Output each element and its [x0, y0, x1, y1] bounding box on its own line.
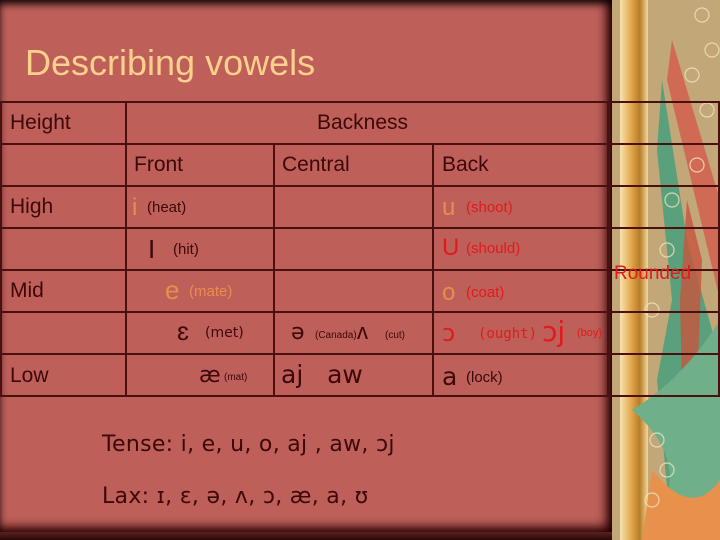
extra-column-cell	[607, 185, 720, 229]
header-backness-label: Backness	[317, 111, 409, 134]
vowel-symbol-wedge: ʌ	[357, 319, 368, 344]
diphthong-symbols: aj aw	[281, 360, 363, 389]
central-vowel-cell	[273, 185, 434, 229]
vowel-symbol: i	[132, 194, 138, 221]
vowel-gloss: (mate)	[189, 283, 233, 300]
vowel-gloss: (mat)	[224, 372, 248, 383]
back-vowel-cell: u (shoot)	[432, 185, 609, 229]
table-row: I (hit) U (should)	[0, 227, 720, 271]
height-mid-label: Mid	[10, 279, 44, 302]
table-columns-row: Front Central Back	[0, 143, 720, 187]
extra-column-cell	[607, 353, 720, 397]
vowel-gloss: (met)	[205, 325, 244, 341]
vowel-symbol-oj: ɔj	[542, 315, 566, 348]
central-vowel-cell: aj aw	[273, 353, 434, 397]
height-high-label: High	[10, 195, 54, 218]
vowel-symbol: I	[148, 234, 156, 264]
vowel-gloss: (hit)	[173, 241, 199, 258]
front-vowel-cell: i (heat)	[125, 185, 275, 229]
empty-cell	[0, 227, 127, 271]
rounded-label: Rounded	[614, 263, 692, 284]
vowel-symbol: æ	[199, 363, 221, 388]
vowel-gloss-wedge: (cut)	[385, 330, 405, 341]
table-row: High i (heat) u (shoot)	[0, 185, 720, 229]
extra-column-cell	[607, 101, 720, 145]
vowel-gloss-open-o: (ought)	[478, 326, 538, 342]
column-front-cell: Front	[125, 143, 275, 187]
central-vowel-cell	[273, 227, 434, 271]
extra-column-cell	[607, 311, 720, 355]
vowel-gloss-oj: (boy)	[577, 327, 603, 339]
front-vowel-cell: ɛ (met)	[125, 311, 275, 355]
table-row: Mid e (mate) o (coat)	[0, 269, 720, 313]
vowel-symbol: u	[442, 194, 456, 221]
slide-title: Describing vowels	[25, 42, 316, 83]
vowel-symbol: U	[442, 234, 460, 261]
column-front-label: Front	[134, 153, 184, 176]
vowel-gloss-schwa: (Canada)	[315, 330, 357, 341]
height-high-cell: High	[0, 185, 127, 229]
vowel-symbol-open-o: ɔ	[442, 319, 456, 347]
front-vowel-cell: e (mate)	[125, 269, 275, 313]
vowel-symbol: ɛ	[177, 316, 189, 346]
extra-column-cell	[607, 143, 720, 187]
header-height-label: Height	[10, 111, 71, 134]
header-height-cell: Height	[0, 101, 127, 145]
table-row: ɛ (met) ə (Canada) ʌ (cut) ɔ (ought) ɔj …	[0, 311, 720, 355]
table-row: Low æ (mat) aj aw a (lock)	[0, 353, 720, 397]
back-vowel-cell: a (lock)	[432, 353, 609, 397]
vowel-symbol: o	[442, 279, 456, 306]
column-back-cell: Back	[432, 143, 609, 187]
back-vowel-cell: o (coat)	[432, 269, 609, 313]
central-vowel-cell	[273, 269, 434, 313]
central-vowel-cell: ə (Canada) ʌ (cut)	[273, 311, 434, 355]
header-backness-cell: Backness	[125, 101, 609, 145]
empty-cell	[0, 311, 127, 355]
height-mid-cell: Mid	[0, 269, 127, 313]
height-low-cell: Low	[0, 353, 127, 397]
back-vowel-cell: ɔ (ought) ɔj (boy)	[432, 311, 609, 355]
empty-cell	[0, 143, 127, 187]
column-back-label: Back	[442, 153, 489, 176]
vowel-gloss: (should)	[466, 240, 521, 257]
front-vowel-cell: æ (mat)	[125, 353, 275, 397]
vowel-symbol: e	[165, 275, 180, 305]
vowel-gloss: (coat)	[466, 284, 505, 301]
height-low-label: Low	[10, 364, 49, 387]
column-central-cell: Central	[273, 143, 434, 187]
lax-vowels-note: Lax: ɪ, ɛ, ə, ʌ, ɔ, æ, a, ʊ	[102, 484, 369, 509]
vowel-gloss: (heat)	[147, 199, 187, 216]
vowel-gloss: (lock)	[466, 369, 503, 386]
tense-vowels-note: Tense: i, e, u, o, aj , aw, ɔj	[102, 432, 395, 457]
bottom-frame	[0, 532, 612, 540]
vowel-gloss: (shoot)	[466, 199, 513, 216]
front-vowel-cell: I (hit)	[125, 227, 275, 271]
vowel-symbol: a	[442, 362, 458, 391]
vowel-chart-table: Height Backness Front Central Back High …	[0, 101, 720, 397]
back-vowel-cell: U (should)	[432, 227, 609, 271]
vowel-symbol-schwa: ə	[291, 320, 305, 345]
column-central-label: Central	[282, 153, 350, 176]
table-header-row: Height Backness	[0, 101, 720, 145]
